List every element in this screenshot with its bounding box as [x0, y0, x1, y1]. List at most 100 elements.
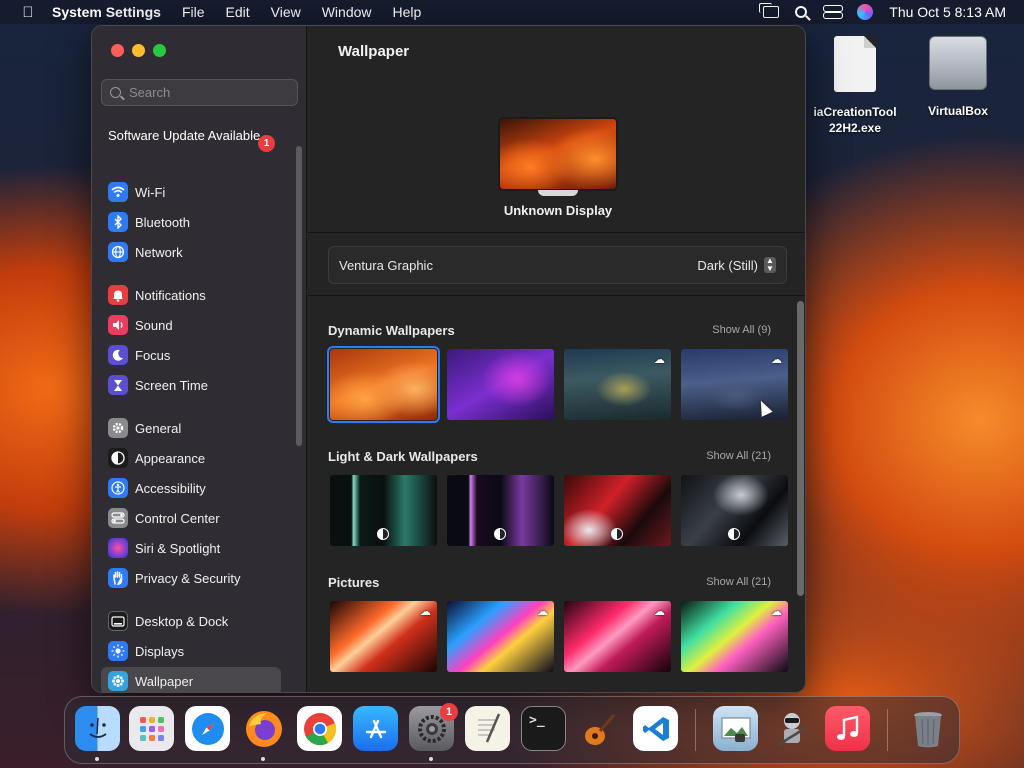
spotlight-search-icon[interactable]: [795, 6, 808, 18]
screen-mirroring-icon[interactable]: [759, 3, 780, 18]
sidebar-item-bluetooth[interactable]: Bluetooth: [101, 208, 281, 236]
siri-icon: [108, 538, 128, 558]
bluetooth-icon: [108, 212, 128, 232]
sidebar-item-label: Network: [135, 244, 183, 260]
preview-icon[interactable]: [713, 706, 758, 751]
guitar-icon[interactable]: [577, 706, 622, 751]
sidebar-item-displays[interactable]: Displays: [101, 637, 281, 665]
search-icon: [110, 87, 121, 98]
wallpaper-thumb-ventura[interactable]: [327, 346, 440, 423]
gear-icon: [108, 418, 128, 438]
display-name: Unknown Display: [503, 203, 613, 218]
wallpaper-thumb-monterey[interactable]: [447, 349, 554, 420]
wallpaper-thumb-picture-orange[interactable]: ☁: [330, 601, 437, 672]
page-title: Wallpaper: [338, 43, 410, 60]
launchpad-icon[interactable]: [129, 706, 174, 751]
globe-icon: [108, 242, 128, 262]
search-field[interactable]: [101, 79, 298, 106]
finder-icon[interactable]: [75, 706, 120, 751]
wallpaper-thumb-picture-pink[interactable]: ☁: [564, 601, 671, 672]
sidebar-item-screen-time[interactable]: Screen Time: [101, 371, 281, 399]
divider: [308, 232, 805, 233]
light-dark-icon: [494, 528, 506, 540]
system-settings-window: Software Update Available 1 Wi-Fi Blueto…: [91, 25, 806, 693]
sidebar-item-label: Bluetooth: [135, 214, 190, 230]
sidebar-item-privacy-security[interactable]: Privacy & Security: [101, 564, 281, 592]
sidebar-item-control-center[interactable]: Control Center: [101, 504, 281, 532]
dock-icon: [108, 611, 128, 631]
dock-divider: [695, 709, 696, 751]
wallpaper-thumb-imac-purple[interactable]: [447, 475, 554, 546]
software-update-item[interactable]: Software Update Available: [108, 128, 278, 144]
running-indicator: [261, 757, 265, 761]
toggles-icon: [108, 508, 128, 528]
safari-icon[interactable]: [185, 706, 230, 751]
sidebar-item-appearance[interactable]: Appearance: [101, 444, 281, 472]
sidebar-item-siri-spotlight[interactable]: Siri & Spotlight: [101, 534, 281, 562]
show-all-pictures-button[interactable]: Show All (21): [706, 576, 771, 588]
wallpaper-thumb-picture-rainbow[interactable]: ☁: [447, 601, 554, 672]
desktop-disk-label: VirtualBox: [928, 104, 988, 118]
wallpaper-thumb-picture-green[interactable]: ☁: [681, 601, 788, 672]
search-input[interactable]: [129, 85, 289, 100]
terminal-icon[interactable]: >_: [521, 706, 566, 751]
sidebar: Software Update Available 1 Wi-Fi Blueto…: [92, 26, 307, 692]
music-icon[interactable]: [825, 706, 870, 751]
show-all-light-dark-button[interactable]: Show All (21): [706, 450, 771, 462]
moon-icon: [108, 345, 128, 365]
section-title-light-dark: Light & Dark Wallpapers: [328, 449, 478, 464]
display-stand: [538, 190, 578, 196]
automator-icon[interactable]: [769, 706, 814, 751]
control-center-icon[interactable]: [823, 5, 844, 19]
vscode-icon[interactable]: [633, 706, 678, 751]
hourglass-icon: [108, 375, 128, 395]
menu-edit[interactable]: Edit: [226, 4, 250, 20]
siri-icon[interactable]: [857, 4, 874, 20]
menu-view[interactable]: View: [271, 4, 301, 20]
sidebar-item-label: General: [135, 420, 182, 436]
menu-file[interactable]: File: [182, 4, 205, 20]
main-pane: Wallpaper Unknown Display Ventura Graphi…: [308, 26, 805, 692]
minimize-button[interactable]: [132, 44, 145, 57]
appstore-icon[interactable]: [353, 706, 398, 751]
sidebar-item-notifications[interactable]: Notifications: [101, 281, 281, 309]
sidebar-item-desktop-dock[interactable]: Desktop & Dock: [101, 607, 281, 635]
wallpaper-thumb-bigsur-red[interactable]: [564, 475, 671, 546]
firefox-icon[interactable]: [241, 706, 286, 751]
sidebar-item-accessibility[interactable]: Accessibility: [101, 474, 281, 502]
zoom-button[interactable]: [153, 44, 166, 57]
sidebar-item-wallpaper[interactable]: Wallpaper: [101, 667, 281, 692]
close-button[interactable]: [111, 44, 124, 57]
sidebar-item-network[interactable]: Network: [101, 238, 281, 266]
trash-icon[interactable]: [905, 706, 950, 751]
appearance-icon: [108, 448, 128, 468]
menu-app-name[interactable]: System Settings: [52, 4, 161, 20]
textedit-icon[interactable]: [465, 706, 510, 751]
wallpaper-style-popup[interactable]: Dark (Still) ▲ ▼: [697, 257, 776, 273]
menu-clock[interactable]: Thu Oct 5 8:13 AM: [889, 4, 1006, 20]
desktop-file-label: iaCreationTool 22H2.exe: [813, 105, 897, 135]
wallpaper-thumb-imac-green[interactable]: [330, 475, 437, 546]
show-all-dynamic-button[interactable]: Show All (9): [712, 324, 771, 336]
download-cloud-icon: ☁: [654, 354, 665, 366]
menu-bar:  System Settings File Edit View Window …: [0, 0, 1024, 24]
apple-icon[interactable]: : [18, 4, 38, 21]
menu-window[interactable]: Window: [322, 4, 372, 20]
desktop-disk-virtualbox[interactable]: VirtualBox: [908, 36, 1008, 118]
sidebar-item-label: Notifications: [135, 287, 206, 303]
gallery-scrollbar[interactable]: [797, 301, 804, 596]
wallpaper-thumb-catalina-day[interactable]: ☁: [564, 349, 671, 420]
desktop-file-mediacreationtool[interactable]: iaCreationTool 22H2.exe: [800, 36, 910, 136]
sidebar-item-sound[interactable]: Sound: [101, 311, 281, 339]
sidebar-item-general[interactable]: General: [101, 414, 281, 442]
sidebar-item-focus[interactable]: Focus: [101, 341, 281, 369]
sidebar-item-label: Wallpaper: [135, 673, 194, 689]
download-cloud-icon: ☁: [771, 606, 782, 618]
speaker-icon: [108, 315, 128, 335]
chrome-icon[interactable]: [297, 706, 342, 751]
sidebar-item-wifi[interactable]: Wi-Fi: [101, 178, 281, 206]
wallpaper-thumb-bigsur-graphite[interactable]: [681, 475, 788, 546]
bell-icon: [108, 285, 128, 305]
menu-help[interactable]: Help: [393, 4, 422, 20]
sidebar-scrollbar[interactable]: [296, 146, 302, 446]
